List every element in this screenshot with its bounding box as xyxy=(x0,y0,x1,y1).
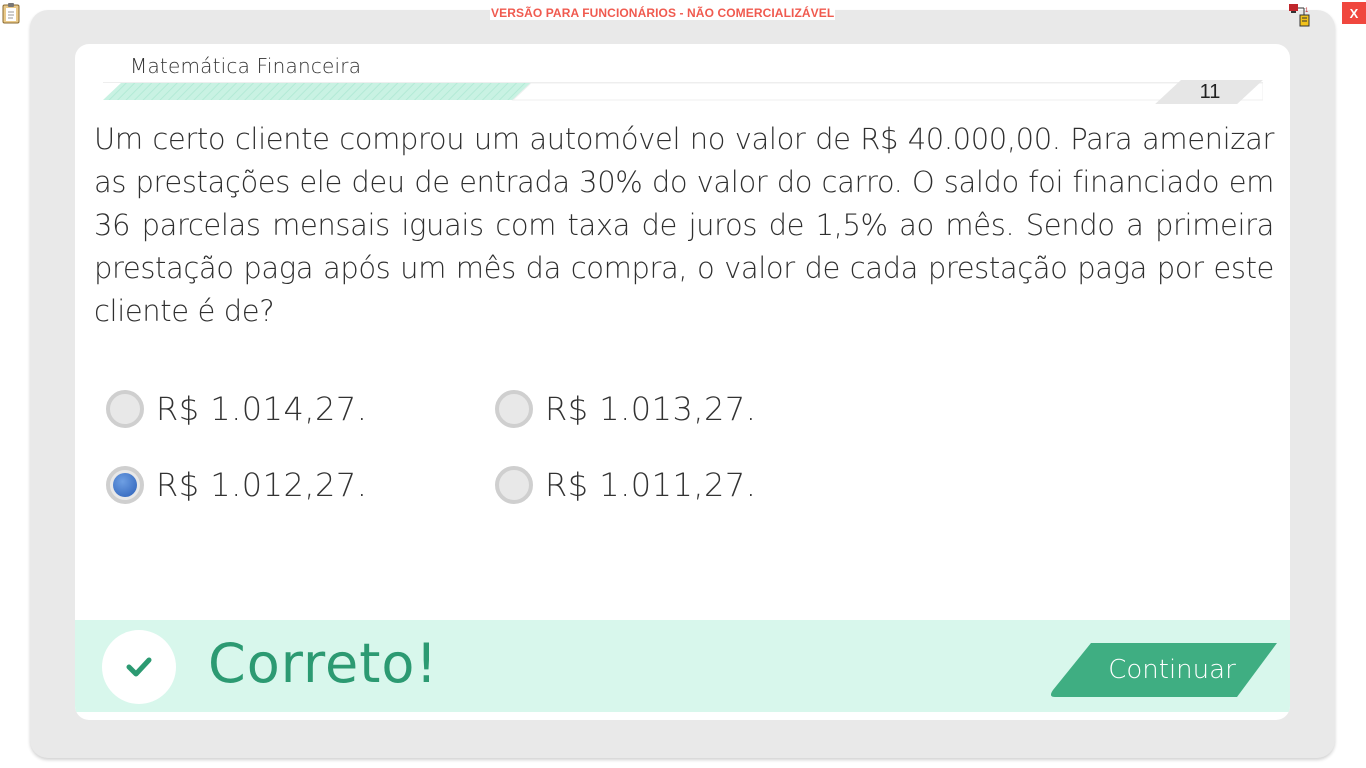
checkmark-icon xyxy=(126,657,152,677)
feedback-text: Correto! xyxy=(208,632,439,695)
question-card: Matemática Financeira 11 Um certo client… xyxy=(75,44,1290,720)
close-button[interactable]: X xyxy=(1342,2,1366,24)
continue-button-label: Continuar xyxy=(1108,655,1236,685)
continue-button[interactable]: Continuar xyxy=(1051,643,1279,697)
option-b[interactable]: R$ 1.013,27. xyxy=(495,390,756,428)
option-c-radio[interactable] xyxy=(106,466,144,504)
quiz-screen: VERSÃO PARA FUNCIONÁRIOS - NÃO COMERCIAL… xyxy=(0,0,1366,768)
check-circle xyxy=(102,630,176,704)
option-d-radio[interactable] xyxy=(495,466,533,504)
header-stripe xyxy=(103,80,1263,104)
subject-title: Matemática Financeira xyxy=(130,54,362,78)
option-a-label: R$ 1.014,27. xyxy=(156,390,368,428)
option-d[interactable]: R$ 1.011,27. xyxy=(495,466,756,504)
clipboard-icon[interactable] xyxy=(2,2,20,24)
option-b-label: R$ 1.013,27. xyxy=(545,390,757,428)
option-d-label: R$ 1.011,27. xyxy=(545,466,757,504)
option-c[interactable]: R$ 1.012,27. xyxy=(106,466,367,504)
option-a[interactable]: R$ 1.014,27. xyxy=(106,390,367,428)
question-number: 11 xyxy=(1199,81,1221,103)
network-icon[interactable]: 1 xyxy=(1288,3,1314,27)
option-c-label: R$ 1.012,27. xyxy=(156,466,368,504)
watermark-banner: VERSÃO PARA FUNCIONÁRIOS - NÃO COMERCIAL… xyxy=(490,6,836,20)
option-b-radio[interactable] xyxy=(495,390,533,428)
feedback-bar: Correto! Continuar xyxy=(75,620,1290,712)
question-text: Um certo cliente comprou um automóvel no… xyxy=(94,122,1274,328)
option-a-radio[interactable] xyxy=(106,390,144,428)
svg-text:1: 1 xyxy=(1305,8,1309,14)
